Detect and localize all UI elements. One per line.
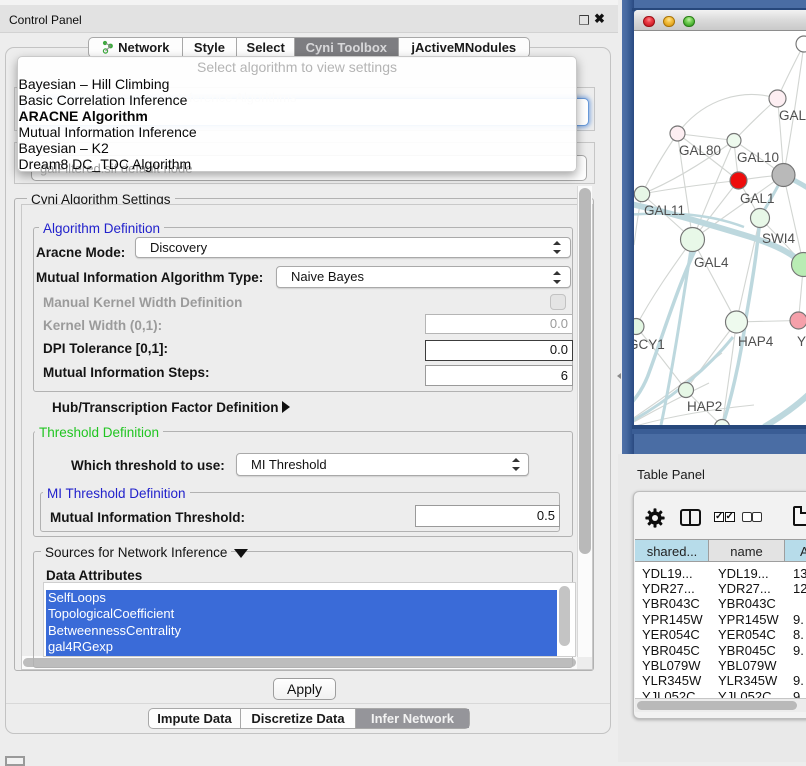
svg-text:GAL10: GAL10 [737,150,779,165]
svg-text:GAL80: GAL80 [679,143,721,158]
svg-text:HAP4: HAP4 [738,334,774,349]
svg-text:GAL1: GAL1 [740,191,775,206]
svg-text:SWI4: SWI4 [762,231,795,246]
svg-text:GAL11: GAL11 [644,203,685,218]
svg-text:GAL4: GAL4 [694,255,729,270]
svg-text:GCY1: GCY1 [634,337,665,352]
svg-text:GAL2: GAL2 [779,108,806,123]
svg-text:HAP2: HAP2 [687,399,722,414]
svg-text:Y: Y [797,334,806,349]
